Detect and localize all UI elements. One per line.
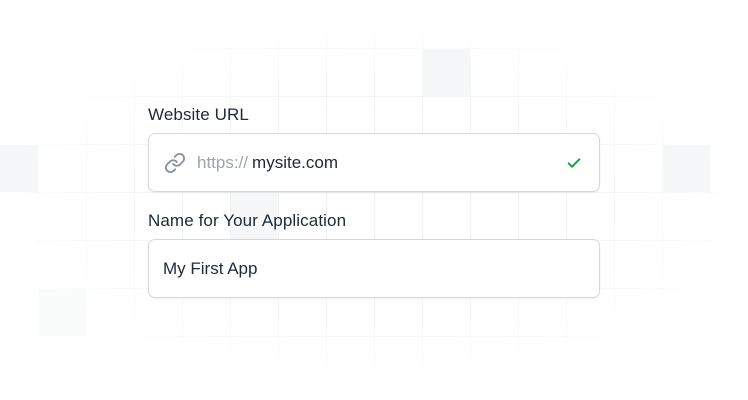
link-icon xyxy=(163,151,187,175)
website-url-label: Website URL xyxy=(148,105,249,124)
url-prefix: https:// xyxy=(197,152,249,172)
grid-cell-highlight xyxy=(663,145,710,192)
website-url-field[interactable]: https:// mysite.com xyxy=(148,133,600,192)
grid-cell-highlight xyxy=(0,145,38,192)
application-name-label: Name for Your Application xyxy=(148,211,347,230)
grid-cell-highlight xyxy=(423,49,470,96)
grid-cell-highlight xyxy=(39,289,86,336)
website-url-input[interactable]: mysite.com xyxy=(252,153,565,173)
application-name-input[interactable]: My First App xyxy=(163,259,583,279)
check-icon xyxy=(565,154,583,172)
application-form: Website URL https:// mysite.com Name for… xyxy=(148,104,600,298)
application-name-field[interactable]: My First App xyxy=(148,239,600,298)
